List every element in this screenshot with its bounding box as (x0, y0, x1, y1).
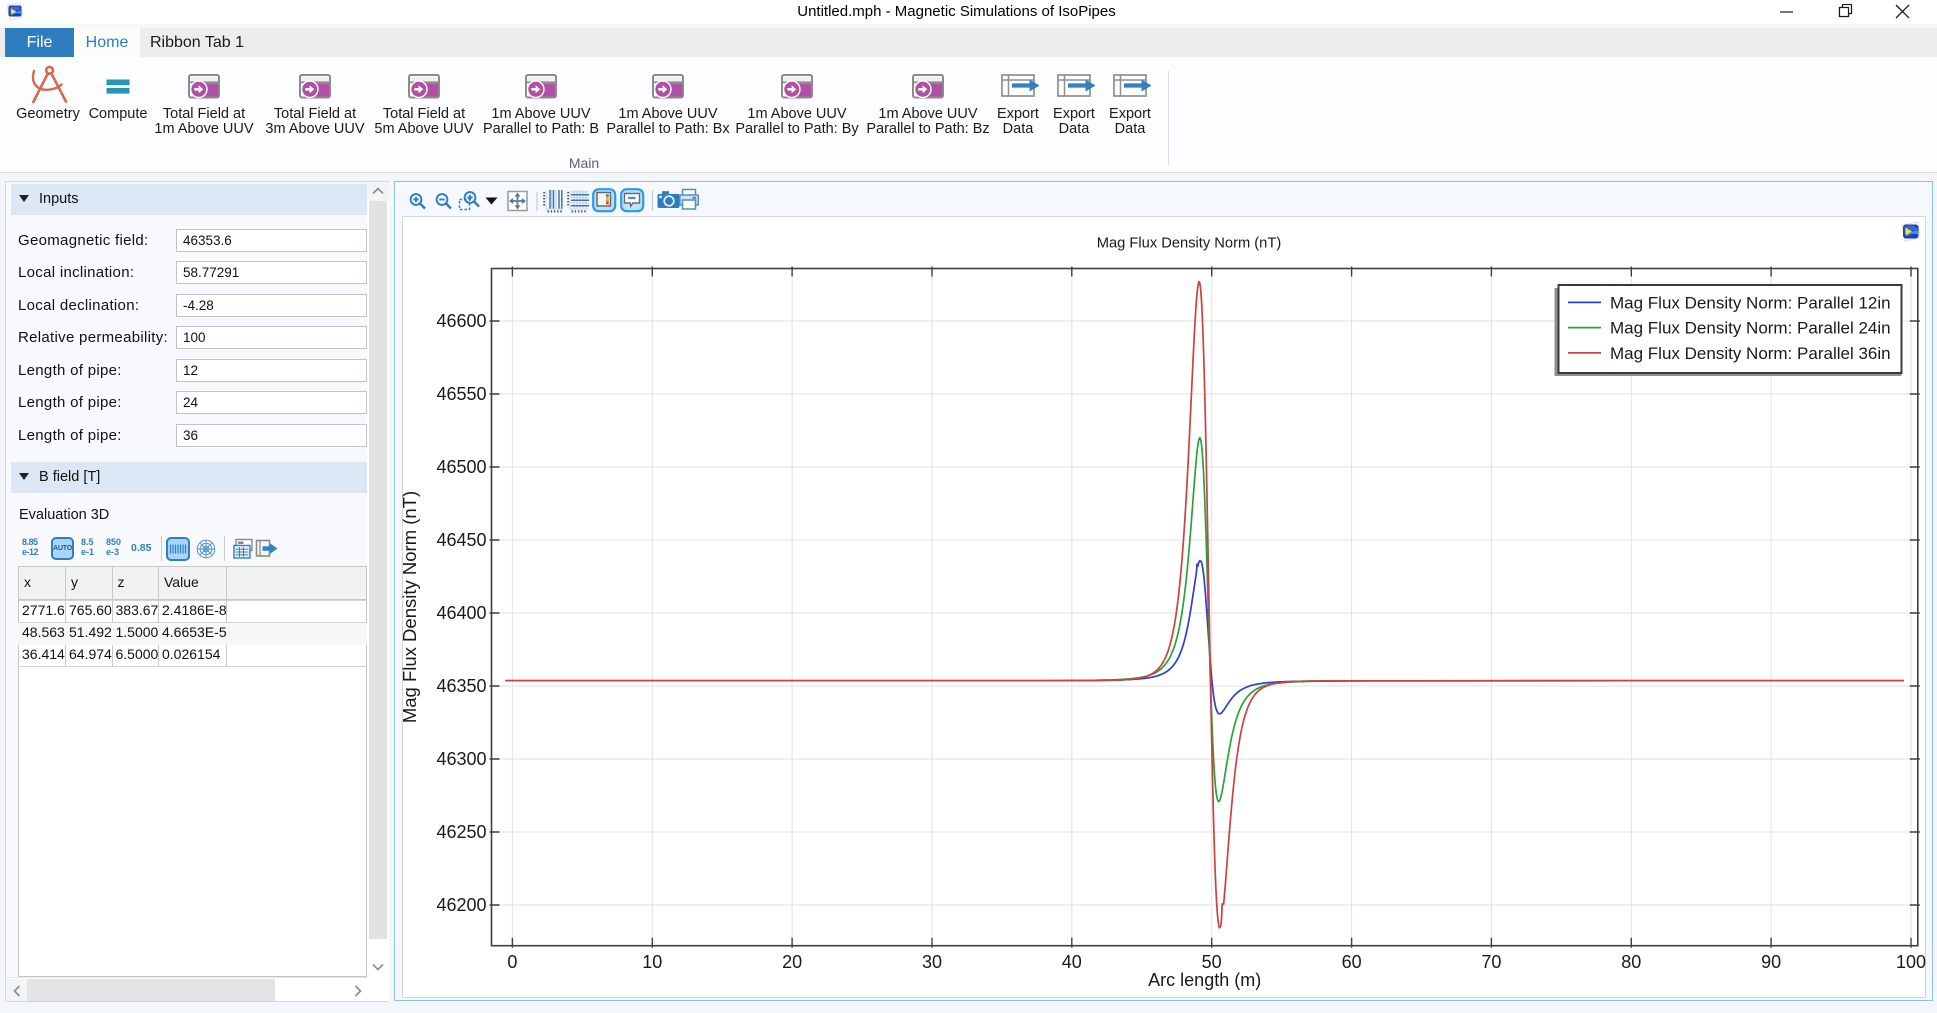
svg-text:100: 100 (1896, 952, 1926, 972)
svg-text:Mag Flux Density Norm (nT): Mag Flux Density Norm (nT) (402, 491, 420, 723)
svg-text:90: 90 (1761, 952, 1781, 972)
svg-text:46500: 46500 (436, 457, 486, 477)
svg-text:60: 60 (1342, 952, 1362, 972)
svg-text:Arc length (m): Arc length (m) (1148, 970, 1261, 990)
svg-text:10: 10 (642, 952, 662, 972)
svg-text:Mag Flux Density Norm: Paralle: Mag Flux Density Norm: Parallel 12in (1610, 293, 1891, 312)
svg-text:0: 0 (507, 952, 517, 972)
svg-text:20: 20 (782, 952, 802, 972)
svg-text:80: 80 (1621, 952, 1641, 972)
svg-text:46200: 46200 (436, 895, 486, 915)
svg-text:50: 50 (1202, 952, 1222, 972)
svg-text:46250: 46250 (436, 822, 486, 842)
svg-text:30: 30 (922, 952, 942, 972)
svg-text:46350: 46350 (436, 676, 486, 696)
svg-text:40: 40 (1062, 952, 1082, 972)
svg-text:Mag Flux Density Norm: Paralle: Mag Flux Density Norm: Parallel 36in (1610, 344, 1891, 363)
svg-text:Mag Flux Density Norm: Paralle: Mag Flux Density Norm: Parallel 24in (1610, 319, 1891, 338)
svg-text:46550: 46550 (436, 384, 486, 404)
svg-text:46600: 46600 (436, 311, 486, 331)
svg-text:Mag Flux Density Norm (nT): Mag Flux Density Norm (nT) (1097, 236, 1281, 252)
svg-text:46400: 46400 (436, 603, 486, 623)
svg-text:46450: 46450 (436, 530, 486, 550)
svg-text:70: 70 (1481, 952, 1501, 972)
svg-text:46300: 46300 (436, 749, 486, 769)
